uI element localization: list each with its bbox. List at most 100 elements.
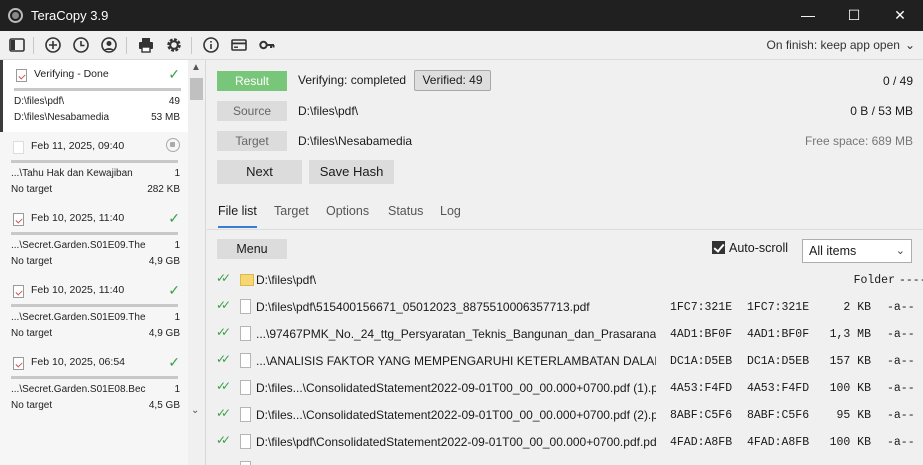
file-icon <box>240 461 251 465</box>
autoscroll-label: Auto-scroll <box>729 241 789 255</box>
source-hash: 1FC7:321E <box>670 301 733 314</box>
job-source: ...\Secret.Garden.S01E09.The <box>11 312 146 323</box>
file-attributes: ---- <box>899 274 923 287</box>
result-label: Result <box>217 71 287 91</box>
filter-select[interactable]: All items ⌄ <box>802 239 912 263</box>
menu-button[interactable]: Menu <box>217 239 287 259</box>
checkmark-icon: ✓ <box>168 354 180 370</box>
table-row[interactable]: ✓✓ D:\files\pdf\ Folder ---- <box>207 266 923 293</box>
target-hash: 4FAD:A8FB <box>747 436 810 449</box>
pdf-file-icon <box>13 357 24 370</box>
table-row[interactable]: ✓✓ ...\97467PMK_No._24_ttg_Persyaratan_T… <box>207 320 923 347</box>
user-icon[interactable] <box>100 36 118 54</box>
checkmark-icon: ✓ <box>168 282 180 298</box>
file-attributes: -a-- <box>887 328 915 341</box>
table-row-partial[interactable] <box>207 455 923 465</box>
job-progress-bar <box>14 88 181 91</box>
chevron-down-icon: ⌄ <box>904 38 915 52</box>
target-path: D:\files\Nesabamedia <box>298 134 413 148</box>
toolbar-separator <box>126 37 127 54</box>
job-size: 4,9 GB <box>148 256 180 267</box>
file-size: 157 KB <box>829 355 871 368</box>
job-title: Feb 10, 2025, 11:40 <box>31 212 125 224</box>
autoscroll-checkbox[interactable]: Auto-scroll <box>712 241 788 255</box>
source-hash: DC1A:D5EB <box>670 355 733 368</box>
close-button[interactable]: ✕ <box>877 0 923 31</box>
job-history-panel: Verifying - Done ✓ D:\files\pdf\ 49 D:\f… <box>0 60 206 465</box>
file-icon <box>240 326 251 341</box>
source-hash: 4A53:F4FD <box>670 382 733 395</box>
teracopy-logo-icon <box>8 8 23 23</box>
target-hash: 4AD1:BF0F <box>747 328 810 341</box>
table-row[interactable]: ✓✓ D:\files...\ConsolidatedStatement2022… <box>207 374 923 401</box>
source-size: 0 B / 53 MB <box>850 104 913 118</box>
next-button[interactable]: Next <box>217 160 302 184</box>
checkmark-icon: ✓ <box>168 210 180 226</box>
file-name: D:\files...\ConsolidatedStatement2022-09… <box>256 381 656 395</box>
history-icon[interactable] <box>72 36 90 54</box>
filter-select-value: All items <box>809 244 857 258</box>
info-icon[interactable] <box>202 36 220 54</box>
job-source: ...\Secret.Garden.S01E08.Bec <box>11 384 146 395</box>
pdf-file-icon <box>16 69 27 82</box>
file-icon <box>240 434 251 449</box>
key-icon[interactable] <box>258 36 276 54</box>
file-attributes: -a-- <box>887 382 915 395</box>
job-item[interactable]: Verifying - Done ✓ D:\files\pdf\ 49 D:\f… <box>0 60 188 132</box>
scrollbar-thumb[interactable] <box>190 78 203 100</box>
on-finish-dropdown[interactable]: On finish: keep app open ⌄ <box>767 38 916 52</box>
job-target: No target <box>11 400 53 411</box>
target-hash: 8ABF:C5F6 <box>747 409 810 422</box>
table-row[interactable]: ✓✓ D:\files\pdf\515400156671_05012023_88… <box>207 293 923 320</box>
job-target: D:\files\Nesabamedia <box>14 112 110 123</box>
add-icon[interactable] <box>44 36 62 54</box>
job-item[interactable]: Feb 10, 2025, 06:54 ✓ ...\Secret.Garden.… <box>0 348 188 420</box>
double-check-icon: ✓✓ <box>216 298 231 312</box>
job-size: 4,5 GB <box>148 400 180 411</box>
scroll-down-icon[interactable]: ⌄ <box>191 405 199 416</box>
tab-file-list[interactable]: File list <box>218 204 257 228</box>
maximize-button[interactable]: ☐ <box>831 0 877 31</box>
tab-status[interactable]: Status <box>388 204 423 218</box>
file-icon <box>240 299 251 314</box>
job-title: Feb 10, 2025, 06:54 <box>31 356 125 368</box>
double-check-icon: ✓✓ <box>216 271 231 285</box>
file-size: 1,3 MB <box>829 328 871 341</box>
file-list: ✓✓ D:\files\pdf\ Folder ---- ✓✓ D:\files… <box>207 264 923 465</box>
toolbar-separator <box>33 37 34 54</box>
card-icon[interactable] <box>230 36 248 54</box>
verified-badge[interactable]: Verified: 49 <box>414 70 491 91</box>
job-file-count: 1 <box>174 240 180 251</box>
tab-options[interactable]: Options <box>326 204 369 218</box>
job-item[interactable]: Feb 10, 2025, 11:40 ✓ ...\Secret.Garden.… <box>0 276 188 348</box>
file-size: 2 KB <box>843 301 871 314</box>
job-progress-bar <box>11 160 178 163</box>
print-icon[interactable] <box>137 36 155 54</box>
tab-target[interactable]: Target <box>274 204 309 218</box>
minimize-button[interactable]: — <box>785 0 831 31</box>
save-hash-button[interactable]: Save Hash <box>309 160 394 184</box>
file-size: 100 KB <box>829 436 871 449</box>
target-label: Target <box>217 131 287 151</box>
free-space: Free space: 689 MB <box>804 134 913 148</box>
job-file-count: 49 <box>168 96 180 107</box>
job-source: D:\files\pdf\ <box>14 96 65 107</box>
table-row[interactable]: ✓✓ ...\ANALISIS FAKTOR YANG MEMPENGARUHI… <box>207 347 923 374</box>
job-file-count: 1 <box>174 384 180 395</box>
sidebar-toggle-icon[interactable] <box>8 36 26 54</box>
gear-icon[interactable] <box>165 36 183 54</box>
double-check-icon: ✓✓ <box>216 433 231 447</box>
job-item[interactable]: Feb 11, 2025, 09:40 ...\Tahu Hak dan Kew… <box>0 132 188 204</box>
target-hash: 4A53:F4FD <box>747 382 810 395</box>
table-row[interactable]: ✓✓ D:\files\pdf\ConsolidatedStatement202… <box>207 428 923 455</box>
file-attributes: -a-- <box>887 301 915 314</box>
file-attributes: -a-- <box>887 436 915 449</box>
job-item[interactable]: Feb 10, 2025, 11:40 ✓ ...\Secret.Garden.… <box>0 204 188 276</box>
scroll-up-icon[interactable]: ▲ <box>191 62 201 73</box>
result-progress: 0 / 49 <box>882 74 913 88</box>
job-list-scrollbar[interactable]: ▲ ⌄ <box>188 60 205 465</box>
table-row[interactable]: ✓✓ D:\files...\ConsolidatedStatement2022… <box>207 401 923 428</box>
tab-log[interactable]: Log <box>440 204 461 218</box>
job-target: No target <box>11 184 53 195</box>
stop-icon[interactable] <box>166 138 180 155</box>
